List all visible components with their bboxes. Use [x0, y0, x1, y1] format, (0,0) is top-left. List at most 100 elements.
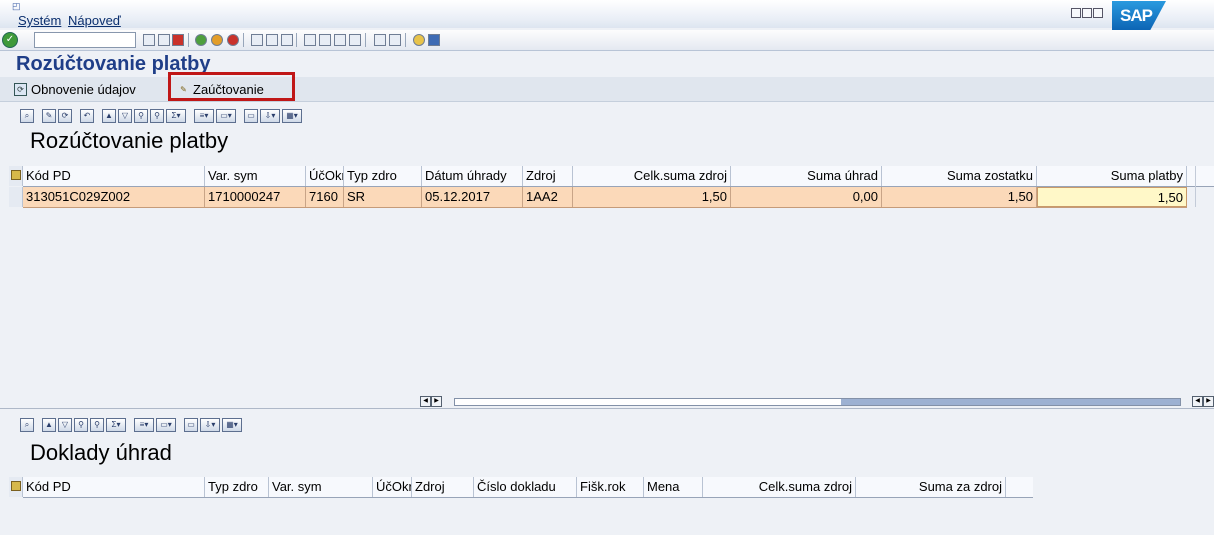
cell-ucokr[interactable]: 7160	[306, 187, 344, 207]
splitter[interactable]	[0, 408, 1214, 414]
filter-icon[interactable]: ▽	[58, 418, 72, 432]
application-toolbar: ⟳ Obnovenie údajov ✎ Zaúčtovanie	[0, 77, 1214, 102]
col-zdroj[interactable]: Zdroj	[523, 166, 573, 186]
cell-var-sym[interactable]: 1710000247	[205, 187, 306, 207]
scroll-left-icon[interactable]: ◀	[420, 396, 431, 407]
last-page-icon[interactable]	[349, 34, 361, 46]
col-cislo-dokladu[interactable]: Číslo dokladu	[474, 477, 577, 497]
col-celk-suma-zdroj[interactable]: Celk.suma zdroj	[573, 166, 731, 186]
find-icon[interactable]	[266, 34, 278, 46]
dropdown-icon[interactable]	[143, 34, 155, 46]
view-icon[interactable]: ▭	[184, 418, 198, 432]
find-icon[interactable]: ⚲	[134, 109, 148, 123]
grid1-title: Rozúčtovanie platby	[30, 128, 229, 153]
col-var-sym[interactable]: Var. sym	[205, 166, 306, 186]
col-suma-zostatku[interactable]: Suma zostatku	[882, 166, 1037, 186]
shortcut-icon[interactable]	[389, 34, 401, 46]
scroll-right-icon[interactable]: ▶	[1203, 396, 1214, 407]
scroll-track[interactable]	[454, 398, 1181, 406]
select-all[interactable]	[9, 477, 23, 497]
filter-icon[interactable]: ▽	[118, 109, 132, 123]
grid2: Kód PD Typ zdro Var. sym ÚčOkr Zdroj Čís…	[9, 477, 1214, 535]
refresh-icon[interactable]: ⟳	[58, 109, 72, 123]
post-button[interactable]: ✎ Zaúčtovanie	[178, 80, 264, 98]
find-next-icon[interactable]: ⚲	[150, 109, 164, 123]
col-suma-za-zdroj[interactable]: Suma za zdroj	[856, 477, 1006, 497]
row-selector[interactable]	[9, 187, 23, 207]
print-icon[interactable]: ▭▾	[216, 109, 236, 123]
undo-icon[interactable]: ↶	[80, 109, 94, 123]
help-icon[interactable]	[413, 34, 425, 46]
exit-icon[interactable]	[211, 34, 223, 46]
sum-icon[interactable]: Σ▾	[166, 109, 186, 123]
edit-icon[interactable]: ✎	[42, 109, 56, 123]
cancel-icon[interactable]	[227, 34, 239, 46]
col-suma-platby[interactable]: Suma platby	[1037, 166, 1187, 186]
cell-zdroj[interactable]: 1AA2	[523, 187, 573, 207]
new-session-icon[interactable]	[374, 34, 386, 46]
col-mena[interactable]: Mena	[644, 477, 703, 497]
print-icon[interactable]: ▭▾	[156, 418, 176, 432]
back-icon[interactable]	[195, 34, 207, 46]
scroll-thumb[interactable]	[841, 399, 1180, 405]
command-field[interactable]	[34, 32, 136, 48]
layout-icon[interactable]: ▦▾	[282, 109, 302, 123]
refresh-button[interactable]: ⟳ Obnovenie údajov	[14, 80, 136, 98]
layout-icon[interactable]: ▦▾	[222, 418, 242, 432]
next-page-icon[interactable]	[334, 34, 346, 46]
sort-ascending-icon[interactable]: ▲	[42, 418, 56, 432]
details-icon[interactable]: ⌕	[20, 418, 34, 432]
horizontal-scrollbar[interactable]: ◀ ▶ ◀ ▶	[420, 396, 1214, 407]
cell-celk-suma-zdroj[interactable]: 1,50	[573, 187, 731, 207]
col-zdroj[interactable]: Zdroj	[412, 477, 474, 497]
subtotal-icon[interactable]: ≡▾	[194, 109, 214, 123]
window-controls[interactable]	[1071, 6, 1104, 21]
col-fisk-rok[interactable]: Fišk.rok	[577, 477, 644, 497]
standard-toolbar: ✓	[0, 30, 1214, 51]
col-ucokr[interactable]: ÚčOkr	[373, 477, 412, 497]
save-icon[interactable]	[172, 34, 184, 46]
table-row[interactable]: 313051C029Z002 1710000247 7160 SR 05.12.…	[23, 187, 1187, 208]
cell-suma-uhrad[interactable]: 0,00	[731, 187, 882, 207]
window-icon: ◰	[12, 1, 21, 11]
previous-page-icon[interactable]	[319, 34, 331, 46]
grid1-header: Kód PD Var. sym ÚčOkr Typ zdro Dátum úhr…	[23, 166, 1214, 187]
cell-datum-uhrady[interactable]: 05.12.2017	[422, 187, 523, 207]
menu-system[interactable]: Systém	[18, 13, 61, 28]
export-icon[interactable]: ⇩▾	[200, 418, 220, 432]
sort-ascending-icon[interactable]: ▲	[102, 109, 116, 123]
menu-help[interactable]: Nápoveď	[68, 13, 121, 28]
find-icon[interactable]: ⚲	[74, 418, 88, 432]
col-datum-uhrady[interactable]: Dátum úhrady	[422, 166, 523, 186]
sum-icon[interactable]: Σ▾	[106, 418, 126, 432]
col-celk-suma-zdroj[interactable]: Celk.suma zdroj	[703, 477, 856, 497]
cell-suma-zostatku[interactable]: 1,50	[882, 187, 1037, 207]
col-kod-pd[interactable]: Kód PD	[23, 166, 205, 186]
refresh-label: Obnovenie údajov	[31, 81, 136, 97]
select-all-icon	[11, 170, 21, 180]
col-kod-pd[interactable]: Kód PD	[23, 477, 205, 497]
col-suma-uhrad[interactable]: Suma úhrad	[731, 166, 882, 186]
print-icon[interactable]	[251, 34, 263, 46]
cell-typ-zdro[interactable]: SR	[344, 187, 422, 207]
subtotal-icon[interactable]: ≡▾	[134, 418, 154, 432]
col-typ-zdro[interactable]: Typ zdro	[205, 477, 269, 497]
layout-menu-icon[interactable]	[428, 34, 440, 46]
select-all[interactable]	[9, 166, 23, 186]
grid2-toolbar: ⌕ ▲ ▽ ⚲ ⚲ Σ▾ ≡▾ ▭▾ ▭ ⇩▾ ▦▾	[20, 415, 244, 435]
scroll-left-icon[interactable]: ◀	[1192, 396, 1203, 407]
cell-suma-platby-input[interactable]: 1,50	[1037, 187, 1187, 207]
scroll-right-icon[interactable]: ▶	[431, 396, 442, 407]
export-icon[interactable]: ⇩▾	[260, 109, 280, 123]
ok-icon[interactable]: ✓	[2, 32, 18, 48]
cell-kod-pd[interactable]: 313051C029Z002	[23, 187, 205, 207]
find-next-icon[interactable]: ⚲	[90, 418, 104, 432]
first-page-icon[interactable]	[304, 34, 316, 46]
col-var-sym[interactable]: Var. sym	[269, 477, 373, 497]
col-ucokr[interactable]: ÚčOkr	[306, 166, 344, 186]
find-next-icon[interactable]	[281, 34, 293, 46]
back-arrow-icon[interactable]	[158, 34, 170, 46]
view-icon[interactable]: ▭	[244, 109, 258, 123]
details-icon[interactable]: ⌕	[20, 109, 34, 123]
col-typ-zdro[interactable]: Typ zdro	[344, 166, 422, 186]
